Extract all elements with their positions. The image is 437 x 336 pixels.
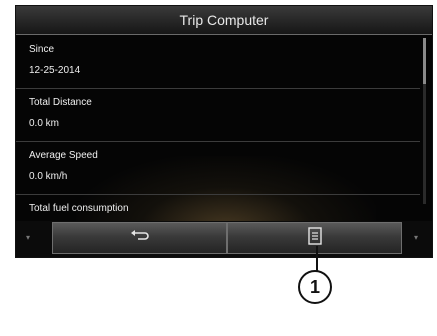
item-label: Total fuel consumption bbox=[29, 203, 129, 214]
item-value: 12-25-2014 bbox=[29, 65, 81, 76]
list-menu-icon bbox=[307, 226, 322, 250]
back-arrow-icon bbox=[130, 229, 150, 248]
list-item-total-distance[interactable]: Total Distance 0.0 km bbox=[16, 89, 420, 142]
callout-leader-line bbox=[316, 246, 318, 272]
callout-marker: 1 bbox=[298, 270, 332, 304]
item-label: Average Speed bbox=[29, 150, 98, 161]
menu-button[interactable] bbox=[227, 222, 402, 254]
list-item-average-speed[interactable]: Average Speed 0.0 km/h bbox=[16, 142, 420, 195]
bottom-bar: ▾ ▾ bbox=[16, 221, 432, 257]
edge-indicator-icon: ▾ bbox=[414, 233, 419, 242]
trip-computer-screen: Trip Computer Since 12-25-2014 Total Dis… bbox=[15, 5, 433, 258]
back-button[interactable] bbox=[52, 222, 227, 254]
item-label: Total Distance bbox=[29, 97, 92, 108]
list-item-since[interactable]: Since 12-25-2014 bbox=[16, 36, 420, 89]
trip-data-list: Since 12-25-2014 Total Distance 0.0 km A… bbox=[16, 36, 420, 247]
edge-indicator-icon: ▾ bbox=[26, 233, 31, 242]
page-title: Trip Computer bbox=[16, 6, 432, 35]
scrollbar-thumb[interactable] bbox=[423, 38, 426, 84]
item-label: Since bbox=[29, 44, 55, 55]
item-value: 0.0 km/h bbox=[29, 171, 68, 182]
item-value: 0.0 km bbox=[29, 118, 60, 129]
scrollbar[interactable] bbox=[423, 38, 426, 204]
